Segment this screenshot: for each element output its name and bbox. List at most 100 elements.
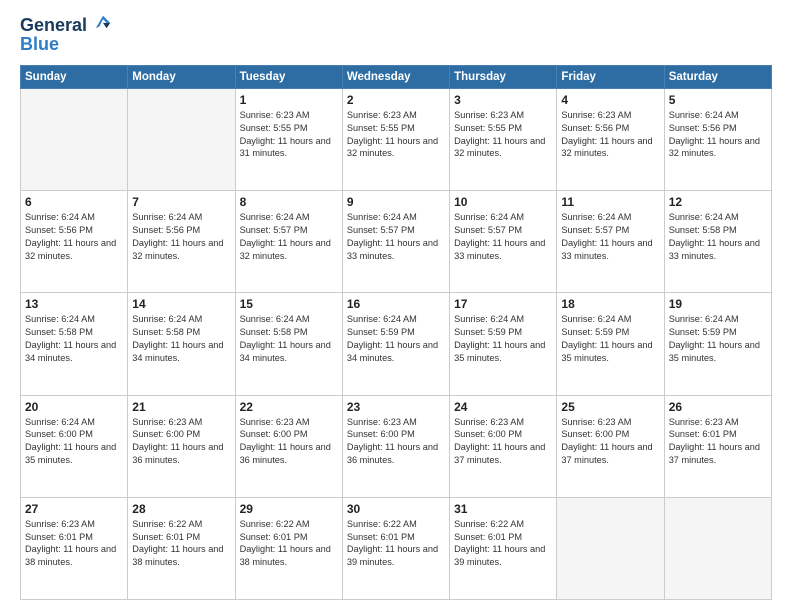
day-number: 7 xyxy=(132,195,230,209)
cell-info: Sunrise: 6:24 AMSunset: 5:58 PMDaylight:… xyxy=(25,313,123,365)
cell-info: Sunrise: 6:24 AMSunset: 5:58 PMDaylight:… xyxy=(132,313,230,365)
cell-info: Sunrise: 6:22 AMSunset: 6:01 PMDaylight:… xyxy=(132,518,230,570)
day-number: 29 xyxy=(240,502,338,516)
calendar-cell: 9 Sunrise: 6:24 AMSunset: 5:57 PMDaylight… xyxy=(342,191,449,293)
cell-info: Sunrise: 6:24 AMSunset: 6:00 PMDaylight:… xyxy=(25,416,123,468)
col-thursday: Thursday xyxy=(450,65,557,88)
calendar-cell: 12 Sunrise: 6:24 AMSunset: 5:58 PMDayligh… xyxy=(664,191,771,293)
day-number: 4 xyxy=(561,93,659,107)
cell-info: Sunrise: 6:24 AMSunset: 5:56 PMDaylight:… xyxy=(669,109,767,161)
calendar-cell xyxy=(557,497,664,599)
day-number: 28 xyxy=(132,502,230,516)
calendar-cell: 23 Sunrise: 6:23 AMSunset: 6:00 PMDayligh… xyxy=(342,395,449,497)
cell-info: Sunrise: 6:23 AMSunset: 5:55 PMDaylight:… xyxy=(240,109,338,161)
cell-info: Sunrise: 6:24 AMSunset: 5:59 PMDaylight:… xyxy=(669,313,767,365)
day-number: 2 xyxy=(347,93,445,107)
day-number: 19 xyxy=(669,297,767,311)
calendar-cell: 1 Sunrise: 6:23 AMSunset: 5:55 PMDaylight… xyxy=(235,88,342,190)
day-number: 14 xyxy=(132,297,230,311)
cell-info: Sunrise: 6:23 AMSunset: 6:00 PMDaylight:… xyxy=(132,416,230,468)
day-number: 30 xyxy=(347,502,445,516)
calendar-week-row: 1 Sunrise: 6:23 AMSunset: 5:55 PMDaylight… xyxy=(21,88,772,190)
day-number: 5 xyxy=(669,93,767,107)
cell-info: Sunrise: 6:24 AMSunset: 5:58 PMDaylight:… xyxy=(669,211,767,263)
calendar-cell: 27 Sunrise: 6:23 AMSunset: 6:01 PMDayligh… xyxy=(21,497,128,599)
cell-info: Sunrise: 6:23 AMSunset: 5:55 PMDaylight:… xyxy=(347,109,445,161)
calendar-header-row: Sunday Monday Tuesday Wednesday Thursday… xyxy=(21,65,772,88)
cell-info: Sunrise: 6:23 AMSunset: 6:00 PMDaylight:… xyxy=(454,416,552,468)
calendar-cell: 13Sunrise: 6:24 AMSunset: 5:58 PMDayligh… xyxy=(21,293,128,395)
cell-info: Sunrise: 6:24 AMSunset: 5:59 PMDaylight:… xyxy=(561,313,659,365)
calendar-cell: 25 Sunrise: 6:23 AMSunset: 6:00 PMDayligh… xyxy=(557,395,664,497)
day-number: 1 xyxy=(240,93,338,107)
day-number: 9 xyxy=(347,195,445,209)
cell-info: Sunrise: 6:24 AMSunset: 5:57 PMDaylight:… xyxy=(240,211,338,263)
cell-info: Sunrise: 6:24 AMSunset: 5:57 PMDaylight:… xyxy=(561,211,659,263)
logo-blue: Blue xyxy=(20,34,112,55)
cell-info: Sunrise: 6:24 AMSunset: 5:58 PMDaylight:… xyxy=(240,313,338,365)
calendar-cell: 17 Sunrise: 6:24 AMSunset: 5:59 PMDayligh… xyxy=(450,293,557,395)
cell-info: Sunrise: 6:23 AMSunset: 6:01 PMDaylight:… xyxy=(25,518,123,570)
day-number: 10 xyxy=(454,195,552,209)
day-number: 26 xyxy=(669,400,767,414)
col-tuesday: Tuesday xyxy=(235,65,342,88)
cell-info: Sunrise: 6:24 AMSunset: 5:57 PMDaylight:… xyxy=(347,211,445,263)
logo: General Blue xyxy=(20,16,112,55)
day-number: 16 xyxy=(347,297,445,311)
calendar-cell: 7Sunrise: 6:24 AMSunset: 5:56 PMDaylight… xyxy=(128,191,235,293)
cell-info: Sunrise: 6:24 AMSunset: 5:56 PMDaylight:… xyxy=(25,211,123,263)
day-number: 22 xyxy=(240,400,338,414)
cell-info: Sunrise: 6:23 AMSunset: 5:56 PMDaylight:… xyxy=(561,109,659,161)
calendar-cell: 16 Sunrise: 6:24 AMSunset: 5:59 PMDayligh… xyxy=(342,293,449,395)
col-sunday: Sunday xyxy=(21,65,128,88)
day-number: 12 xyxy=(669,195,767,209)
header: General Blue xyxy=(20,16,772,55)
day-number: 17 xyxy=(454,297,552,311)
day-number: 25 xyxy=(561,400,659,414)
cell-info: Sunrise: 6:23 AMSunset: 6:01 PMDaylight:… xyxy=(669,416,767,468)
cell-info: Sunrise: 6:22 AMSunset: 6:01 PMDaylight:… xyxy=(240,518,338,570)
calendar-cell: 10 Sunrise: 6:24 AMSunset: 5:57 PMDayligh… xyxy=(450,191,557,293)
cell-info: Sunrise: 6:23 AMSunset: 6:00 PMDaylight:… xyxy=(347,416,445,468)
calendar-cell: 19 Sunrise: 6:24 AMSunset: 5:59 PMDayligh… xyxy=(664,293,771,395)
day-number: 6 xyxy=(25,195,123,209)
cell-info: Sunrise: 6:24 AMSunset: 5:59 PMDaylight:… xyxy=(454,313,552,365)
cell-info: Sunrise: 6:23 AMSunset: 6:00 PMDaylight:… xyxy=(240,416,338,468)
calendar-cell: 3 Sunrise: 6:23 AMSunset: 5:55 PMDaylight… xyxy=(450,88,557,190)
calendar-cell: 22 Sunrise: 6:23 AMSunset: 6:00 PMDayligh… xyxy=(235,395,342,497)
cell-info: Sunrise: 6:23 AMSunset: 6:00 PMDaylight:… xyxy=(561,416,659,468)
day-number: 31 xyxy=(454,502,552,516)
calendar-cell: 30 Sunrise: 6:22 AMSunset: 6:01 PMDayligh… xyxy=(342,497,449,599)
col-monday: Monday xyxy=(128,65,235,88)
calendar-cell: 21 Sunrise: 6:23 AMSunset: 6:00 PMDayligh… xyxy=(128,395,235,497)
calendar-week-row: 6 Sunrise: 6:24 AMSunset: 5:56 PMDaylight… xyxy=(21,191,772,293)
calendar-cell xyxy=(21,88,128,190)
cell-info: Sunrise: 6:22 AMSunset: 6:01 PMDaylight:… xyxy=(347,518,445,570)
cell-info: Sunrise: 6:24 AMSunset: 5:59 PMDaylight:… xyxy=(347,313,445,365)
calendar-cell: 24 Sunrise: 6:23 AMSunset: 6:00 PMDayligh… xyxy=(450,395,557,497)
calendar-cell xyxy=(128,88,235,190)
calendar-cell: 8 Sunrise: 6:24 AMSunset: 5:57 PMDaylight… xyxy=(235,191,342,293)
day-number: 21 xyxy=(132,400,230,414)
col-saturday: Saturday xyxy=(664,65,771,88)
day-number: 20 xyxy=(25,400,123,414)
cell-info: Sunrise: 6:22 AMSunset: 6:01 PMDaylight:… xyxy=(454,518,552,570)
calendar-week-row: 27 Sunrise: 6:23 AMSunset: 6:01 PMDayligh… xyxy=(21,497,772,599)
calendar-cell: 4 Sunrise: 6:23 AMSunset: 5:56 PMDaylight… xyxy=(557,88,664,190)
day-number: 3 xyxy=(454,93,552,107)
calendar-week-row: 13Sunrise: 6:24 AMSunset: 5:58 PMDayligh… xyxy=(21,293,772,395)
day-number: 8 xyxy=(240,195,338,209)
calendar-cell: 6 Sunrise: 6:24 AMSunset: 5:56 PMDaylight… xyxy=(21,191,128,293)
calendar-cell xyxy=(664,497,771,599)
calendar-table: Sunday Monday Tuesday Wednesday Thursday… xyxy=(20,65,772,600)
col-wednesday: Wednesday xyxy=(342,65,449,88)
page: General Blue Sunday Monday Tuesday xyxy=(0,0,792,612)
day-number: 23 xyxy=(347,400,445,414)
day-number: 27 xyxy=(25,502,123,516)
day-number: 24 xyxy=(454,400,552,414)
cell-info: Sunrise: 6:23 AMSunset: 5:55 PMDaylight:… xyxy=(454,109,552,161)
logo-text: General xyxy=(20,16,112,36)
calendar-cell: 11Sunrise: 6:24 AMSunset: 5:57 PMDayligh… xyxy=(557,191,664,293)
cell-info: Sunrise: 6:24 AMSunset: 5:57 PMDaylight:… xyxy=(454,211,552,263)
calendar-cell: 5 Sunrise: 6:24 AMSunset: 5:56 PMDaylight… xyxy=(664,88,771,190)
